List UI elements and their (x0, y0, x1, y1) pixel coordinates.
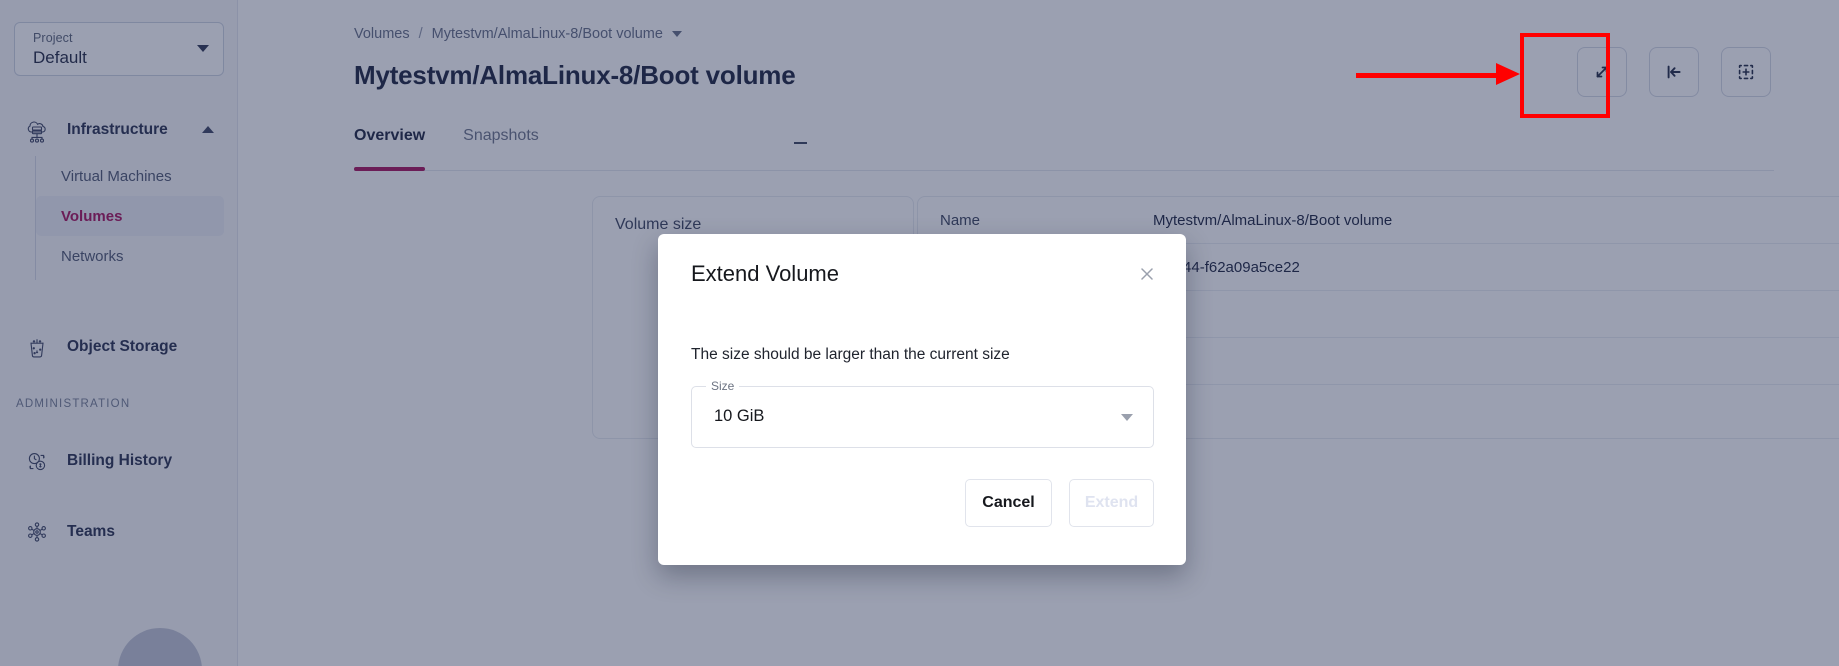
size-select-legend: Size (706, 379, 739, 393)
close-icon[interactable] (1134, 261, 1160, 287)
size-select-value: 10 GiB (714, 407, 764, 426)
extend-volume-dialog: Extend Volume The size should be larger … (658, 234, 1186, 565)
extend-button: Extend (1069, 479, 1154, 527)
application-window: Project Default Infrastructure (0, 0, 1839, 666)
dialog-title: Extend Volume (691, 261, 839, 287)
size-select[interactable]: Size 10 GiB (691, 386, 1154, 448)
dialog-description: The size should be larger than the curre… (691, 346, 1010, 364)
chevron-down-icon (1121, 414, 1133, 421)
cancel-button[interactable]: Cancel (965, 479, 1052, 527)
